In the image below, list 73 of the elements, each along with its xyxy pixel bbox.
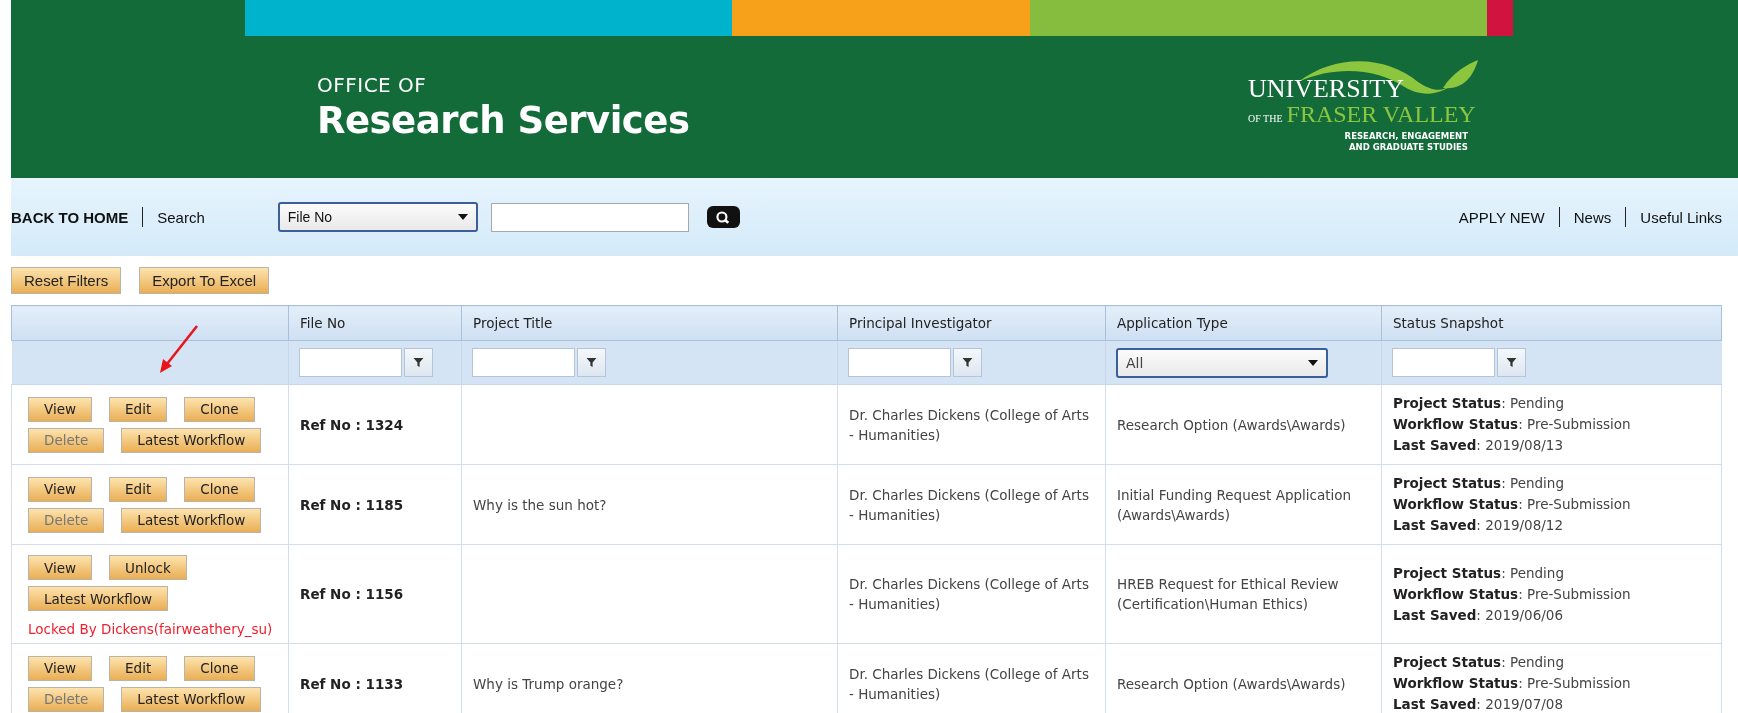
action-button[interactable]: View <box>28 555 93 580</box>
logo-subtitle: RESEARCH, ENGAGEMENT <box>1343 131 1469 142</box>
column-header: Principal Investigator <box>837 305 1106 341</box>
logo-wordmark: FRASER VALLEY <box>1286 102 1476 126</box>
filter-icon[interactable] <box>577 348 606 377</box>
status-line: Last Saved: 2019/08/13 <box>1393 436 1564 455</box>
home-link[interactable]: BACK TO HOME <box>11 208 129 226</box>
action-button[interactable]: Clone <box>184 655 255 681</box>
filter-field[interactable] <box>848 348 951 377</box>
action-button[interactable]: View <box>28 476 93 502</box>
filter-icon[interactable] <box>953 348 982 377</box>
nav-link[interactable]: Useful Links <box>1640 208 1722 226</box>
status-line: Project Status: Pending <box>1393 474 1565 493</box>
action-button[interactable]: Unlock <box>109 555 187 580</box>
filter-icon[interactable] <box>404 348 433 377</box>
filter-field[interactable] <box>472 348 575 377</box>
lock-message: Locked By Dickens(fairweathery_su) <box>28 620 272 639</box>
status-line: Last Saved: 2019/06/06 <box>1393 605 1564 625</box>
action-button[interactable]: Edit <box>109 396 168 422</box>
action-button[interactable]: Edit <box>109 476 168 502</box>
table-cell: Why is the sun hot? <box>473 496 607 513</box>
filter-field[interactable] <box>299 348 402 377</box>
status-line: Workflow Status: Pre-Submission <box>1393 674 1632 693</box>
status-line: Project Status: Pending <box>1393 394 1565 413</box>
search-field[interactable] <box>490 202 689 232</box>
nav-link[interactable]: APPLY NEW <box>1458 208 1545 226</box>
table-cell: Dr. Charles Dickens (College of Arts - Humanities) <box>837 544 1106 644</box>
action-button[interactable]: Latest Workflow <box>121 507 262 533</box>
column-header: Status Snapshot <box>1381 305 1722 341</box>
table-cell: HREB Request for Ethical Review (Certification\Human Ethics) <box>1105 544 1382 644</box>
table-cell: Ref No : 1324 <box>288 384 462 465</box>
toolbar-button[interactable]: Export To Excel <box>139 267 270 294</box>
action-button[interactable]: Latest Workflow <box>28 586 168 611</box>
status-line: Workflow Status: Pre-Submission <box>1393 584 1632 604</box>
action-button[interactable]: Clone <box>184 476 255 502</box>
action-button[interactable]: View <box>28 396 93 422</box>
status-line: Workflow Status: Pre-Submission <box>1393 415 1632 434</box>
caret-icon <box>457 214 468 220</box>
table-cell: Dr. Charles Dickens (College of Arts - Humanities) <box>837 464 1106 545</box>
caret-icon <box>1308 359 1318 366</box>
table-cell: Ref No : 1185 <box>288 464 462 545</box>
filter-icon[interactable] <box>1497 348 1526 377</box>
column-header: Project Title <box>461 305 838 341</box>
toolbar-button[interactable]: Reset Filters <box>11 267 122 294</box>
status-line: Workflow Status: Pre-Submission <box>1393 495 1632 514</box>
logo-subtitle: AND GRADUATE STUDIES <box>1348 142 1469 153</box>
status-line: Project Status: Pending <box>1393 653 1565 672</box>
status-line: Last Saved: 2019/07/08 <box>1393 695 1564 713</box>
search-icon[interactable] <box>706 206 740 228</box>
action-button[interactable]: View <box>28 655 93 681</box>
filter-field[interactable] <box>1392 348 1495 377</box>
table-cell: Why is Trump orange? <box>473 675 624 692</box>
site-title: Research Services <box>317 99 690 142</box>
column-header: Application Type <box>1105 305 1382 341</box>
filter-dropdown[interactable]: All <box>1116 347 1328 378</box>
action-button[interactable]: Clone <box>184 396 255 422</box>
nav-link[interactable]: News <box>1573 208 1612 226</box>
logo-prefix: OF THE <box>1248 112 1283 126</box>
status-line: Project Status: Pending <box>1393 563 1565 583</box>
search-type-dropdown[interactable]: File No <box>277 202 478 232</box>
logo-wordmark: UNIVERSITY <box>1248 76 1404 102</box>
table-cell: Initial Funding Request Application (Awards\Awards) <box>1105 464 1382 545</box>
action-button[interactable]: Latest Workflow <box>121 686 262 712</box>
column-header: File No <box>288 305 462 341</box>
search-label: Search <box>157 208 205 226</box>
table-cell: Dr. Charles Dickens (College of Arts - Humanities) <box>837 384 1106 465</box>
table-cell: Research Option (Awards\Awards) <box>1105 384 1382 465</box>
arrow-annotation <box>160 325 198 373</box>
status-line: Last Saved: 2019/08/12 <box>1393 516 1564 535</box>
action-button[interactable]: Latest Workflow <box>121 427 262 453</box>
table-cell: Ref No : 1156 <box>288 544 462 644</box>
header-overline: OFFICE OF <box>317 73 428 97</box>
action-button[interactable]: Edit <box>109 655 168 681</box>
